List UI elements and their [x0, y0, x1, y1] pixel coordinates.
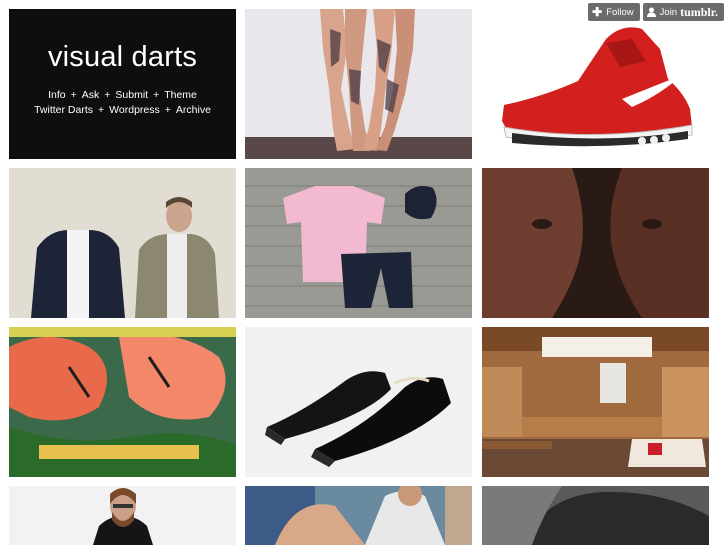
nav-info-link[interactable]: Info [48, 89, 66, 101]
nav-wordpress-link[interactable]: Wordpress [109, 104, 160, 116]
nav-archive-link[interactable]: Archive [176, 104, 211, 116]
outfit-flatlay-image [245, 168, 472, 318]
nav-separator: + [98, 104, 105, 116]
photo-wooden-interior[interactable] [482, 327, 709, 477]
photo-abstract-painting[interactable] [9, 327, 236, 477]
photo-black-sneakers[interactable] [245, 327, 472, 477]
follow-button[interactable]: ✚ Follow [588, 3, 640, 21]
nav-separator: + [70, 89, 77, 101]
nav-separator: + [153, 89, 160, 101]
photo-outfit-flatlay[interactable] [245, 168, 472, 318]
jackets-lookbook-image [9, 168, 236, 318]
nav-twitter-link[interactable]: Twitter Darts [34, 104, 93, 116]
abstract-painting-image [9, 327, 236, 477]
nav-separator: + [104, 89, 111, 101]
follow-label: Follow [606, 6, 634, 18]
nav-theme-link[interactable]: Theme [164, 89, 197, 101]
blog-header: visual darts Info + Ask + Submit + Theme Twitt… [9, 9, 236, 159]
photo-red-sneaker[interactable] [482, 9, 709, 159]
plus-icon: ✚ [592, 5, 603, 19]
photo-jackets-lookbook[interactable] [9, 168, 236, 318]
nav-submit-link[interactable]: Submit [115, 89, 148, 101]
join-tumblr-button[interactable]: Join tumblr. [642, 3, 724, 21]
photo-tattooed-legs[interactable] [245, 9, 472, 159]
user-icon [646, 7, 656, 17]
tumblr-brand: tumblr. [680, 4, 718, 19]
wooden-interior-image [482, 327, 709, 477]
user-icon-svg [646, 7, 656, 17]
street-people-image [245, 486, 472, 545]
nav-ask-link[interactable]: Ask [82, 89, 100, 101]
nav-separator: + [164, 104, 171, 116]
tumblr-controls: ✚ Follow Join tumblr. [588, 3, 724, 21]
monochrome-portrait-image [482, 486, 709, 545]
red-sneaker-image [482, 9, 709, 159]
tattooed-legs-image [245, 9, 472, 159]
photo-faces-closeup[interactable] [482, 168, 709, 318]
black-sneakers-image [245, 327, 472, 477]
blog-nav: Info + Ask + Submit + Theme Twitter Darts + Word… [9, 88, 236, 118]
blog-title[interactable]: visual darts [9, 41, 236, 74]
photo-bearded-man[interactable] [9, 486, 236, 545]
join-label: Join [659, 6, 678, 18]
photo-street-people[interactable] [245, 486, 472, 545]
bearded-man-image [9, 486, 236, 545]
photo-monochrome-portrait[interactable] [482, 486, 709, 545]
faces-closeup-image [482, 168, 709, 318]
